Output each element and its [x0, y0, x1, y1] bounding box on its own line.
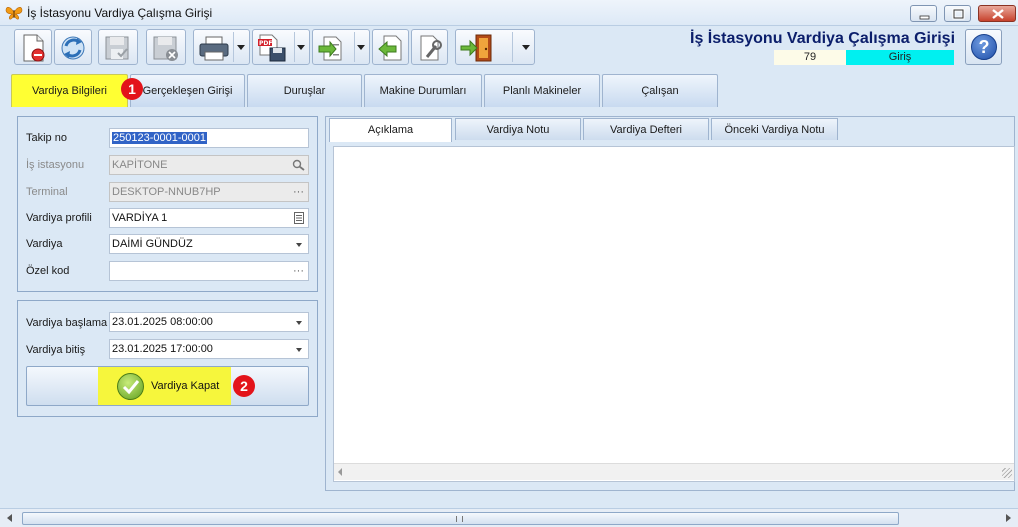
- delete-disabled-icon: [153, 36, 178, 61]
- export-pdf-icon: PDF: [258, 34, 286, 62]
- is-istasyonu-label: İş istasyonu: [26, 159, 85, 171]
- chevron-down-icon[interactable]: [296, 321, 302, 325]
- scroll-left-icon[interactable]: [7, 514, 12, 522]
- close-icon: [992, 9, 1004, 19]
- mode-badge: Giriş: [846, 50, 954, 65]
- ozel-kod-label: Özel kod: [26, 265, 70, 277]
- save-button[interactable]: [98, 29, 138, 65]
- vardiya-baslama-label: Vardiya başlama: [26, 317, 108, 329]
- vardiya-bitis-field[interactable]: 23.01.2025 17:00:00: [109, 339, 309, 359]
- vardiya-baslama-field[interactable]: 23.01.2025 08:00:00: [109, 312, 309, 332]
- chevron-down-icon[interactable]: [357, 45, 365, 50]
- tab-makine-durumlari[interactable]: Makine Durumları: [364, 74, 482, 107]
- exit-button[interactable]: [455, 29, 535, 65]
- resize-grip-icon[interactable]: [1002, 468, 1012, 478]
- vardiya-profili-field[interactable]: VARDİYA 1: [109, 208, 309, 228]
- divider: [512, 32, 513, 62]
- annotation-badge-2: 2: [233, 375, 255, 397]
- refresh-icon: [61, 36, 85, 60]
- takip-no-label: Takip no: [26, 132, 67, 144]
- tab-vardiya-defteri[interactable]: Vardiya Defteri: [583, 118, 709, 140]
- close-window-button[interactable]: [978, 5, 1016, 22]
- vardiya-profili-label: Vardiya profili: [26, 212, 92, 224]
- vardiya-value: DAİMİ GÜNDÜZ: [112, 238, 193, 250]
- chevron-down-icon[interactable]: [237, 45, 245, 50]
- vardiya-baslama-value: 23.01.2025 08:00:00: [112, 316, 213, 328]
- ozel-kod-field[interactable]: ···: [109, 261, 309, 281]
- check-icon: [117, 373, 144, 400]
- title-bar: İş İstasyonu Vardiya Çalışma Girişi: [0, 0, 1018, 26]
- terminal-value: DESKTOP-NNUB7HP: [112, 186, 221, 198]
- new-document-icon: [23, 34, 45, 62]
- terminal-label: Terminal: [26, 186, 68, 198]
- divider: [354, 32, 355, 62]
- ellipsis-icon[interactable]: ···: [293, 183, 304, 201]
- back-icon: [378, 35, 402, 61]
- scroll-left-icon[interactable]: [338, 468, 342, 476]
- minimize-icon: [919, 15, 930, 20]
- lookup-icon[interactable]: [292, 159, 305, 171]
- tab-aciklama[interactable]: Açıklama: [329, 118, 452, 142]
- vardiya-profili-value: VARDİYA 1: [112, 212, 168, 224]
- vardiya-kapat-label: Vardiya Kapat: [151, 380, 220, 392]
- textarea-scrollbar[interactable]: [334, 463, 1014, 480]
- vardiya-bitis-value: 23.01.2025 17:00:00: [112, 343, 213, 355]
- is-istasyonu-field: KAPİTONE: [109, 155, 309, 175]
- print-button[interactable]: [193, 29, 250, 65]
- annotation-badge-1: 1: [121, 78, 143, 100]
- maximize-button[interactable]: [944, 5, 971, 22]
- delete-button[interactable]: [146, 29, 186, 65]
- list-icon[interactable]: [294, 212, 304, 224]
- tab-onceki-vardiya-notu[interactable]: Önceki Vardiya Notu: [711, 118, 838, 140]
- takip-no-field[interactable]: 250123-0001-0001: [109, 128, 309, 148]
- scroll-right-icon[interactable]: [1006, 514, 1011, 522]
- divider: [294, 32, 295, 62]
- vardiya-label: Vardiya: [26, 238, 63, 250]
- chevron-down-icon[interactable]: [296, 348, 302, 352]
- chevron-down-icon[interactable]: [296, 243, 302, 247]
- help-button[interactable]: ?: [965, 29, 1002, 65]
- scrollbar-thumb[interactable]: [22, 512, 899, 525]
- print-icon: [199, 36, 229, 61]
- window-title: İş İstasyonu Vardiya Çalışma Girişi: [27, 6, 213, 20]
- settings-icon: [420, 35, 442, 61]
- divider: [233, 32, 234, 62]
- tab-vardiya-notu[interactable]: Vardiya Notu: [455, 118, 581, 140]
- is-istasyonu-value: KAPİTONE: [112, 159, 168, 171]
- import-export-icon: [318, 36, 342, 61]
- horizontal-scrollbar[interactable]: [0, 508, 1018, 527]
- refresh-button[interactable]: [54, 29, 92, 65]
- save-disabled-icon: [105, 36, 129, 60]
- chevron-down-icon[interactable]: [522, 45, 530, 50]
- record-number: 79: [774, 50, 846, 65]
- vardiya-bitis-label: Vardiya bitiş: [26, 344, 86, 356]
- grip-icon: [456, 516, 463, 522]
- tab-calisan[interactable]: Çalışan: [602, 74, 718, 107]
- takip-no-value: 250123-0001-0001: [112, 132, 207, 144]
- tab-planli-makineler[interactable]: Planlı Makineler: [484, 74, 600, 107]
- back-button[interactable]: [372, 29, 409, 65]
- page-title: İş İstasyonu Vardiya Çalışma Girişi: [690, 30, 956, 47]
- new-record-button[interactable]: [14, 29, 52, 65]
- svg-text:PDF: PDF: [259, 40, 272, 47]
- export-pdf-button[interactable]: PDF: [252, 29, 310, 65]
- chevron-down-icon[interactable]: [297, 45, 305, 50]
- help-icon: ?: [971, 34, 997, 60]
- exit-door-icon: [460, 34, 492, 62]
- aciklama-textarea[interactable]: [333, 146, 1015, 482]
- import-export-button[interactable]: [312, 29, 370, 65]
- minimize-button[interactable]: [910, 5, 937, 22]
- ellipsis-icon[interactable]: ···: [293, 262, 304, 280]
- settings-button[interactable]: [411, 29, 448, 65]
- tab-gerceklesen-girisi[interactable]: Gerçekleşen Girişi: [130, 74, 245, 107]
- terminal-field: DESKTOP-NNUB7HP ···: [109, 182, 309, 202]
- tab-vardiya-bilgileri[interactable]: Vardiya Bilgileri: [11, 74, 128, 107]
- vardiya-select[interactable]: DAİMİ GÜNDÜZ: [109, 234, 309, 254]
- tab-duruslar[interactable]: Duruşlar: [247, 74, 362, 107]
- restore-icon: [952, 8, 965, 20]
- butterfly-icon: [5, 7, 23, 20]
